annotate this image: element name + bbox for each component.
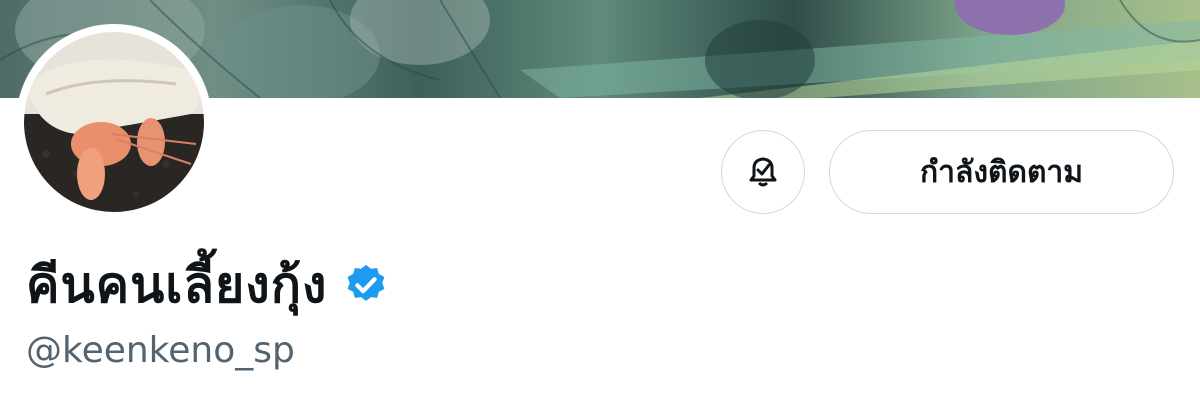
following-button[interactable]: กำลังติดตาม — [829, 130, 1174, 214]
hermit-crab-photo — [24, 32, 204, 212]
username-handle: @keenkeno_sp — [26, 330, 295, 371]
bell-check-icon — [749, 157, 777, 187]
name-row: คีนคนเลี้ยงกุ้ง — [26, 250, 389, 320]
following-button-label: กำลังติดตาม — [919, 154, 1084, 190]
notification-button[interactable] — [721, 130, 805, 214]
verified-badge-icon[interactable] — [343, 262, 389, 308]
display-name: คีนคนเลี้ยงกุ้ง — [26, 255, 328, 314]
avatar[interactable] — [16, 24, 212, 220]
